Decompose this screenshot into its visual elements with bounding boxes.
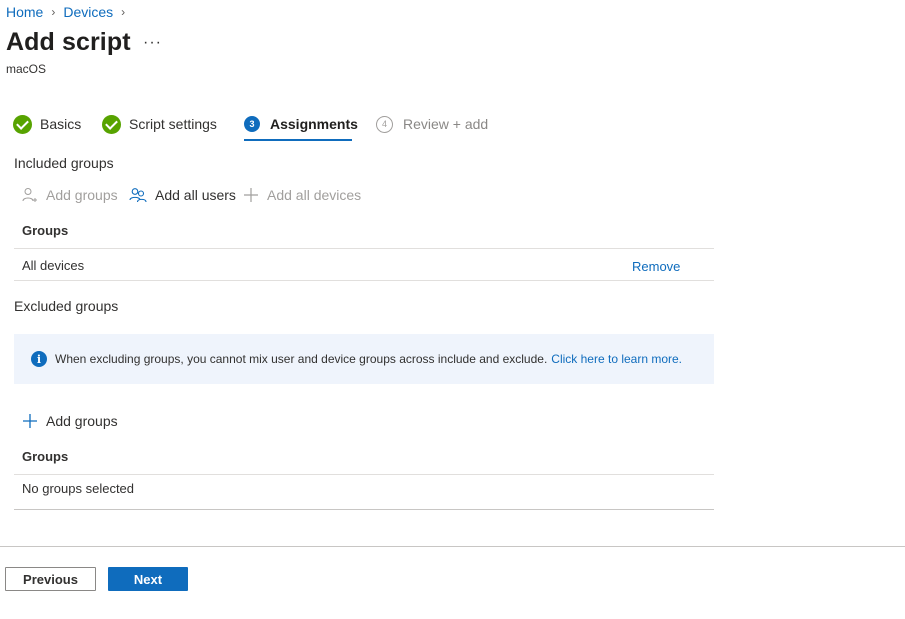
tab-basics[interactable]: Basics — [13, 114, 81, 134]
add-groups-button[interactable]: Add groups — [22, 413, 118, 429]
groups-column-header: Groups — [22, 449, 69, 464]
excluded-groups-heading: Excluded groups — [14, 298, 119, 314]
add-person-icon — [22, 188, 37, 202]
learn-more-link[interactable]: Click here to learn more. — [551, 352, 682, 366]
tab-review-add[interactable]: 4 Review + add — [376, 114, 488, 134]
add-all-devices-label: Add all devices — [267, 187, 362, 203]
previous-button[interactable]: Previous — [5, 567, 96, 591]
info-icon: i — [31, 351, 47, 367]
groups-column-header: Groups — [22, 223, 69, 238]
step-label: Review + add — [403, 116, 489, 132]
more-options-icon[interactable]: ··· — [143, 34, 162, 52]
chevron-right-icon: › — [51, 5, 56, 19]
group-name-cell: All devices — [22, 258, 85, 273]
info-text: When excluding groups, you cannot mix us… — [55, 352, 548, 366]
step-label: Script settings — [129, 116, 217, 132]
breadcrumb-home-link[interactable]: Home — [6, 4, 43, 20]
add-all-users-label: Add all users — [155, 187, 236, 203]
add-groups-label: Add groups — [46, 187, 118, 203]
next-button[interactable]: Next — [108, 567, 188, 591]
page-title: Add script — [6, 28, 131, 56]
checkmark-icon — [102, 114, 121, 134]
divider — [14, 509, 714, 510]
tab-assignments[interactable]: 3 Assignments — [244, 114, 358, 134]
add-groups-button[interactable]: Add groups — [22, 187, 118, 203]
checkmark-icon — [13, 114, 32, 134]
add-all-devices-button[interactable]: Add all devices — [243, 187, 361, 203]
chevron-right-icon: › — [121, 5, 126, 19]
page-subtitle: macOS — [6, 62, 47, 76]
plus-icon — [244, 188, 258, 202]
step-label: Basics — [40, 116, 82, 132]
divider — [14, 474, 714, 475]
breadcrumb: Home › Devices › — [6, 4, 133, 20]
step-label: Assignments — [270, 116, 358, 132]
users-icon — [129, 188, 147, 203]
active-tab-indicator — [244, 139, 352, 141]
empty-state-text: No groups selected — [22, 481, 135, 496]
add-groups-label: Add groups — [46, 413, 118, 429]
remove-link[interactable]: Remove — [632, 259, 680, 274]
footer-divider — [0, 546, 905, 547]
included-groups-heading: Included groups — [14, 155, 114, 171]
step-number-badge: 3 — [244, 116, 260, 132]
info-message-bar: i When excluding groups, you cannot mix … — [14, 334, 714, 384]
breadcrumb-devices-link[interactable]: Devices — [63, 4, 113, 20]
tab-script-settings[interactable]: Script settings — [102, 114, 217, 134]
divider — [14, 280, 714, 281]
add-all-users-button[interactable]: Add all users — [129, 187, 236, 203]
table-row: All devices Remove — [14, 249, 714, 280]
step-number-badge: 4 — [376, 115, 393, 133]
plus-icon — [23, 414, 37, 428]
